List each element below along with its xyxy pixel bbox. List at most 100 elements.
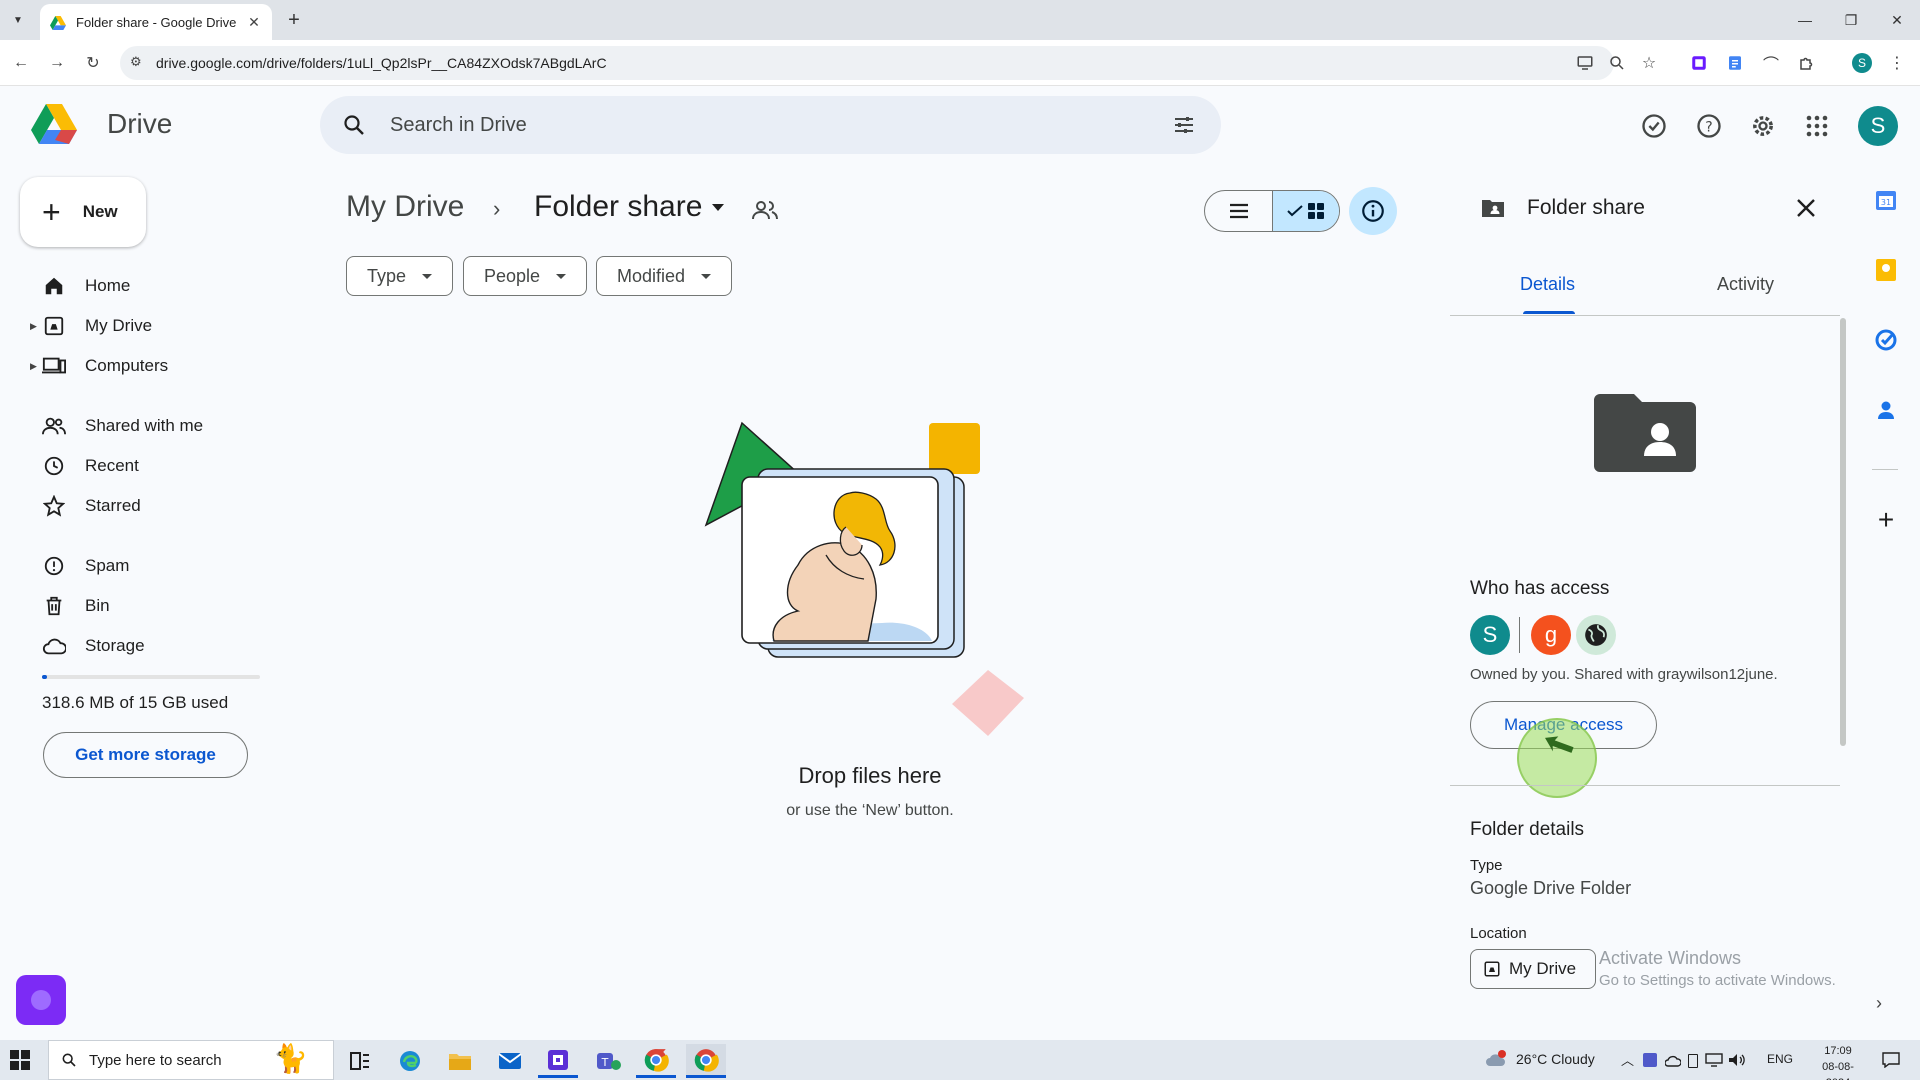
sidebar-item-shared-with-me[interactable]: Shared with me bbox=[40, 410, 203, 442]
sidebar-item-my-drive[interactable]: My Drive bbox=[40, 310, 152, 342]
weather-text[interactable]: 26°C Cloudy bbox=[1516, 1051, 1595, 1067]
close-icon[interactable] bbox=[1790, 192, 1822, 224]
add-addon-icon[interactable]: + bbox=[1872, 504, 1900, 535]
network-tray-icon[interactable] bbox=[1705, 1053, 1723, 1067]
expand-arrow-icon[interactable]: ▶ bbox=[30, 321, 37, 332]
expand-arrow-icon[interactable]: ▶ bbox=[30, 361, 37, 372]
help-icon[interactable]: ? bbox=[1691, 108, 1727, 144]
sidebar-item-label: Computers bbox=[85, 356, 169, 375]
search-input[interactable]: Search in Drive bbox=[390, 114, 527, 137]
edge-browser-icon[interactable] bbox=[390, 1044, 430, 1078]
filter-people-chip[interactable]: People bbox=[463, 256, 588, 296]
access-avatar-owner[interactable]: S bbox=[1470, 615, 1510, 655]
extension-arc-icon[interactable]: ⌒ bbox=[1758, 50, 1784, 76]
address-bar[interactable]: ⚙ drive.google.com/drive/folders/1uLl_Qp… bbox=[120, 46, 1614, 80]
sidebar-item-recent[interactable]: Recent bbox=[40, 450, 139, 482]
site-info-icon[interactable]: ⚙ bbox=[130, 54, 142, 70]
teams-icon[interactable]: T bbox=[588, 1044, 628, 1078]
tasks-icon[interactable] bbox=[1872, 326, 1900, 354]
activate-windows-title: Activate Windows bbox=[1599, 948, 1742, 968]
tab-details[interactable]: Details bbox=[1520, 274, 1575, 295]
who-has-access-title: Who has access bbox=[1470, 578, 1610, 599]
language-indicator[interactable]: ENG bbox=[1767, 1052, 1793, 1066]
search-bar[interactable]: Search in Drive bbox=[320, 96, 1221, 154]
clock-date[interactable]: 17:09 08-08-2024 bbox=[1810, 1043, 1866, 1080]
google-apps-icon[interactable] bbox=[1799, 108, 1835, 144]
new-button-label: New bbox=[82, 202, 118, 221]
window-close-icon[interactable]: ✕ bbox=[1874, 0, 1920, 40]
chrome-profile-s-icon[interactable] bbox=[686, 1044, 726, 1078]
battery-tray-icon[interactable] bbox=[1688, 1054, 1698, 1068]
sidebar-item-home[interactable]: Home bbox=[40, 270, 130, 302]
access-avatar-shared-user[interactable]: g bbox=[1531, 615, 1571, 655]
svg-text:31: 31 bbox=[1881, 198, 1891, 207]
new-tab-icon[interactable]: + bbox=[282, 8, 306, 32]
onedrive-tray-icon[interactable] bbox=[1665, 1055, 1681, 1067]
tab-close-icon[interactable]: ✕ bbox=[246, 14, 262, 31]
contacts-icon[interactable] bbox=[1872, 396, 1900, 424]
drive-logo-icon[interactable] bbox=[31, 104, 77, 146]
keep-icon[interactable] bbox=[1872, 256, 1900, 284]
windows-start-icon[interactable] bbox=[10, 1050, 30, 1070]
account-avatar[interactable]: S bbox=[1858, 106, 1898, 146]
filter-type-chip[interactable]: Type bbox=[346, 256, 454, 296]
details-panel-scrollbar[interactable] bbox=[1840, 318, 1846, 746]
settings-gear-icon[interactable] bbox=[1745, 108, 1781, 144]
assistant-launcher-button[interactable] bbox=[16, 975, 66, 1025]
breadcrumb-current-folder[interactable]: Folder share bbox=[534, 190, 702, 224]
calendar-icon[interactable]: 31 bbox=[1872, 186, 1900, 214]
breadcrumb-my-drive[interactable]: My Drive bbox=[346, 190, 464, 224]
offline-ready-icon[interactable] bbox=[1636, 108, 1672, 144]
view-details-info-button[interactable] bbox=[1349, 187, 1397, 235]
minimize-icon[interactable]: — bbox=[1782, 0, 1828, 40]
search-options-icon[interactable] bbox=[1172, 113, 1196, 137]
restore-icon[interactable]: ❐ bbox=[1828, 0, 1874, 40]
reload-icon[interactable]: ↻ bbox=[80, 50, 106, 76]
mail-icon[interactable] bbox=[490, 1044, 530, 1078]
search-icon[interactable] bbox=[342, 113, 366, 137]
volume-tray-icon[interactable] bbox=[1728, 1053, 1746, 1067]
forward-icon[interactable]: → bbox=[44, 50, 70, 76]
extensions-puzzle-icon[interactable] bbox=[1794, 50, 1820, 76]
tab-activity[interactable]: Activity bbox=[1717, 274, 1774, 295]
tab-list-dropdown-icon[interactable]: ▼ bbox=[8, 10, 28, 30]
layout-toggle[interactable] bbox=[1204, 190, 1340, 232]
browser-menu-icon[interactable]: ⋮ bbox=[1884, 50, 1910, 76]
list-view-icon[interactable] bbox=[1205, 191, 1272, 231]
grid-view-button[interactable] bbox=[1272, 191, 1339, 231]
show-side-panel-icon[interactable]: › bbox=[1876, 993, 1882, 1014]
extension-purple-icon[interactable] bbox=[1686, 50, 1712, 76]
sidebar-item-starred[interactable]: Starred bbox=[40, 490, 141, 522]
location-chip[interactable]: My Drive bbox=[1470, 949, 1596, 989]
access-avatar-link[interactable] bbox=[1576, 615, 1616, 655]
get-more-storage-button[interactable]: Get more storage bbox=[43, 732, 248, 778]
browser-tab-active[interactable]: Folder share - Google Drive ✕ bbox=[40, 4, 272, 40]
chrome-profile-a-icon[interactable] bbox=[636, 1044, 676, 1078]
back-icon[interactable]: ← bbox=[8, 50, 34, 76]
sidebar-item-storage[interactable]: Storage bbox=[40, 630, 145, 662]
filter-label: People bbox=[484, 265, 541, 286]
notifications-icon[interactable] bbox=[1882, 1052, 1900, 1068]
install-app-icon[interactable] bbox=[1572, 50, 1598, 76]
file-explorer-icon[interactable] bbox=[440, 1044, 480, 1078]
new-button[interactable]: + New bbox=[20, 177, 146, 247]
profile-avatar-small[interactable]: S bbox=[1852, 53, 1872, 73]
show-hidden-icons-icon[interactable]: ︿ bbox=[1621, 1050, 1634, 1069]
zoom-icon[interactable] bbox=[1604, 50, 1630, 76]
bookmark-star-icon[interactable]: ☆ bbox=[1636, 50, 1662, 76]
folder-details-title: Folder details bbox=[1470, 819, 1585, 840]
taskbar-search-box[interactable]: Type here to search 🐈 bbox=[48, 1040, 334, 1080]
sidebar-item-spam[interactable]: Spam bbox=[40, 550, 129, 582]
sidebar-item-bin[interactable]: Bin bbox=[40, 590, 110, 622]
power-automate-icon[interactable] bbox=[538, 1044, 578, 1078]
filter-modified-chip[interactable]: Modified bbox=[596, 256, 733, 296]
shared-folder-icon[interactable] bbox=[752, 199, 778, 221]
teams-tray-icon[interactable] bbox=[1643, 1053, 1657, 1067]
extension-docs-icon[interactable] bbox=[1722, 50, 1748, 76]
task-view-icon[interactable] bbox=[340, 1044, 380, 1078]
drive-logo-text[interactable]: Drive bbox=[107, 108, 172, 140]
weather-alert-icon[interactable] bbox=[1486, 1050, 1508, 1070]
clock-icon bbox=[40, 452, 68, 480]
folder-menu-caret-icon[interactable] bbox=[711, 203, 725, 213]
sidebar-item-computers[interactable]: Computers bbox=[40, 350, 168, 382]
